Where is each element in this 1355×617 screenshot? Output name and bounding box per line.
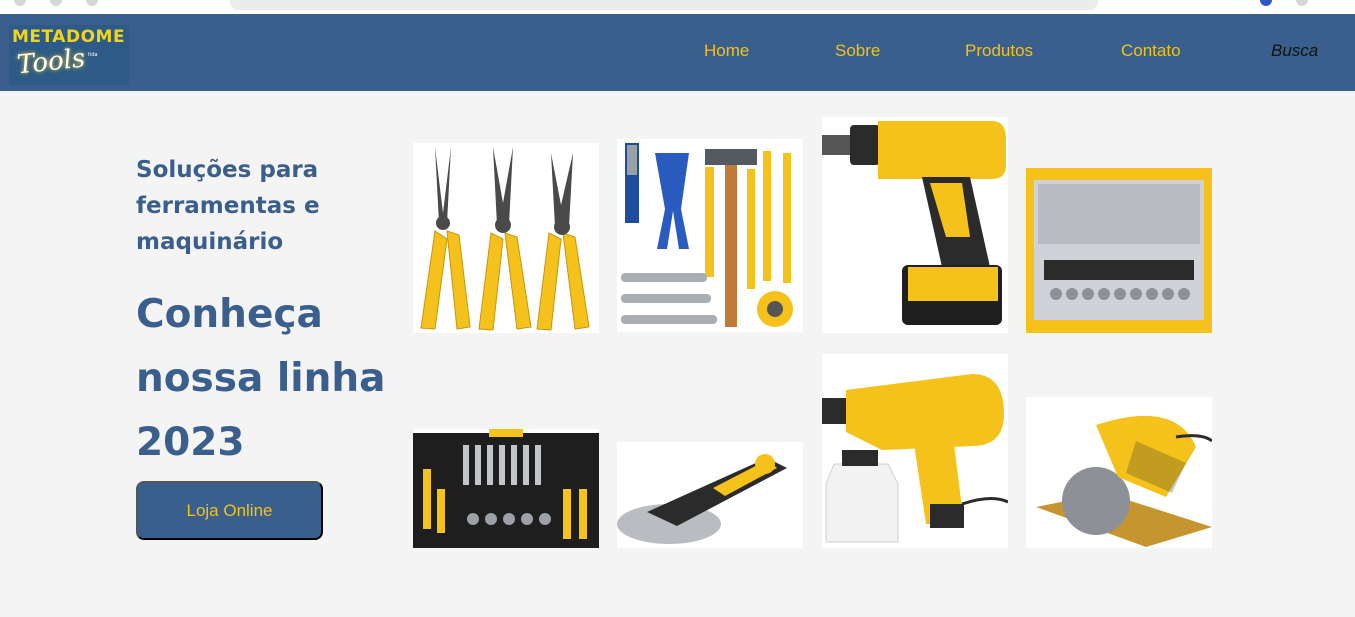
- product-pliers-set[interactable]: [413, 143, 599, 333]
- nav-home[interactable]: Home: [704, 41, 749, 61]
- online-store-button[interactable]: Loja Online: [136, 481, 323, 540]
- reload-icon[interactable]: [86, 0, 98, 6]
- socket-set-case-icon: [1026, 168, 1212, 333]
- site-header: METADOME Tools ltda Home Sobre Produtos …: [0, 14, 1355, 91]
- hand-tool-kit-icon: [621, 143, 793, 327]
- nav-sobre[interactable]: Sobre: [835, 41, 880, 61]
- product-paint-sprayer[interactable]: [822, 354, 1008, 548]
- browser-toolbar: [0, 0, 1355, 14]
- nav-produtos[interactable]: Produtos: [965, 41, 1033, 61]
- hero-headline: Conheça nossa linha 2023: [136, 292, 386, 465]
- menu-icon[interactable]: [1296, 0, 1308, 6]
- paint-sprayer-icon: [822, 374, 1008, 543]
- product-socket-set[interactable]: [1026, 168, 1212, 333]
- pliers-set-icon: [420, 147, 590, 331]
- product-cordless-drill[interactable]: [822, 117, 1008, 333]
- brand-logo[interactable]: METADOME Tools ltda: [9, 25, 129, 85]
- address-bar[interactable]: [230, 0, 1098, 10]
- nav-contato[interactable]: Contato: [1121, 41, 1181, 61]
- tool-case-icon: [413, 429, 599, 548]
- product-tool-case[interactable]: [413, 429, 599, 548]
- forward-icon[interactable]: [50, 0, 62, 6]
- product-hand-tool-kit[interactable]: [617, 139, 803, 332]
- product-glue-gun[interactable]: [617, 442, 803, 548]
- cordless-drill-icon: [822, 121, 1006, 325]
- hero-subtitle: Soluções para ferramentas e maquinário: [136, 157, 320, 255]
- glue-gun-icon: [617, 454, 787, 544]
- marble-saw-icon: [1036, 415, 1212, 547]
- back-icon[interactable]: [14, 0, 26, 6]
- search-input[interactable]: Busca: [1271, 41, 1318, 61]
- profile-icon[interactable]: [1260, 0, 1272, 6]
- logo-suffix: ltda: [88, 52, 98, 58]
- logo-script: Tools: [15, 43, 87, 81]
- product-marble-saw[interactable]: [1026, 397, 1212, 548]
